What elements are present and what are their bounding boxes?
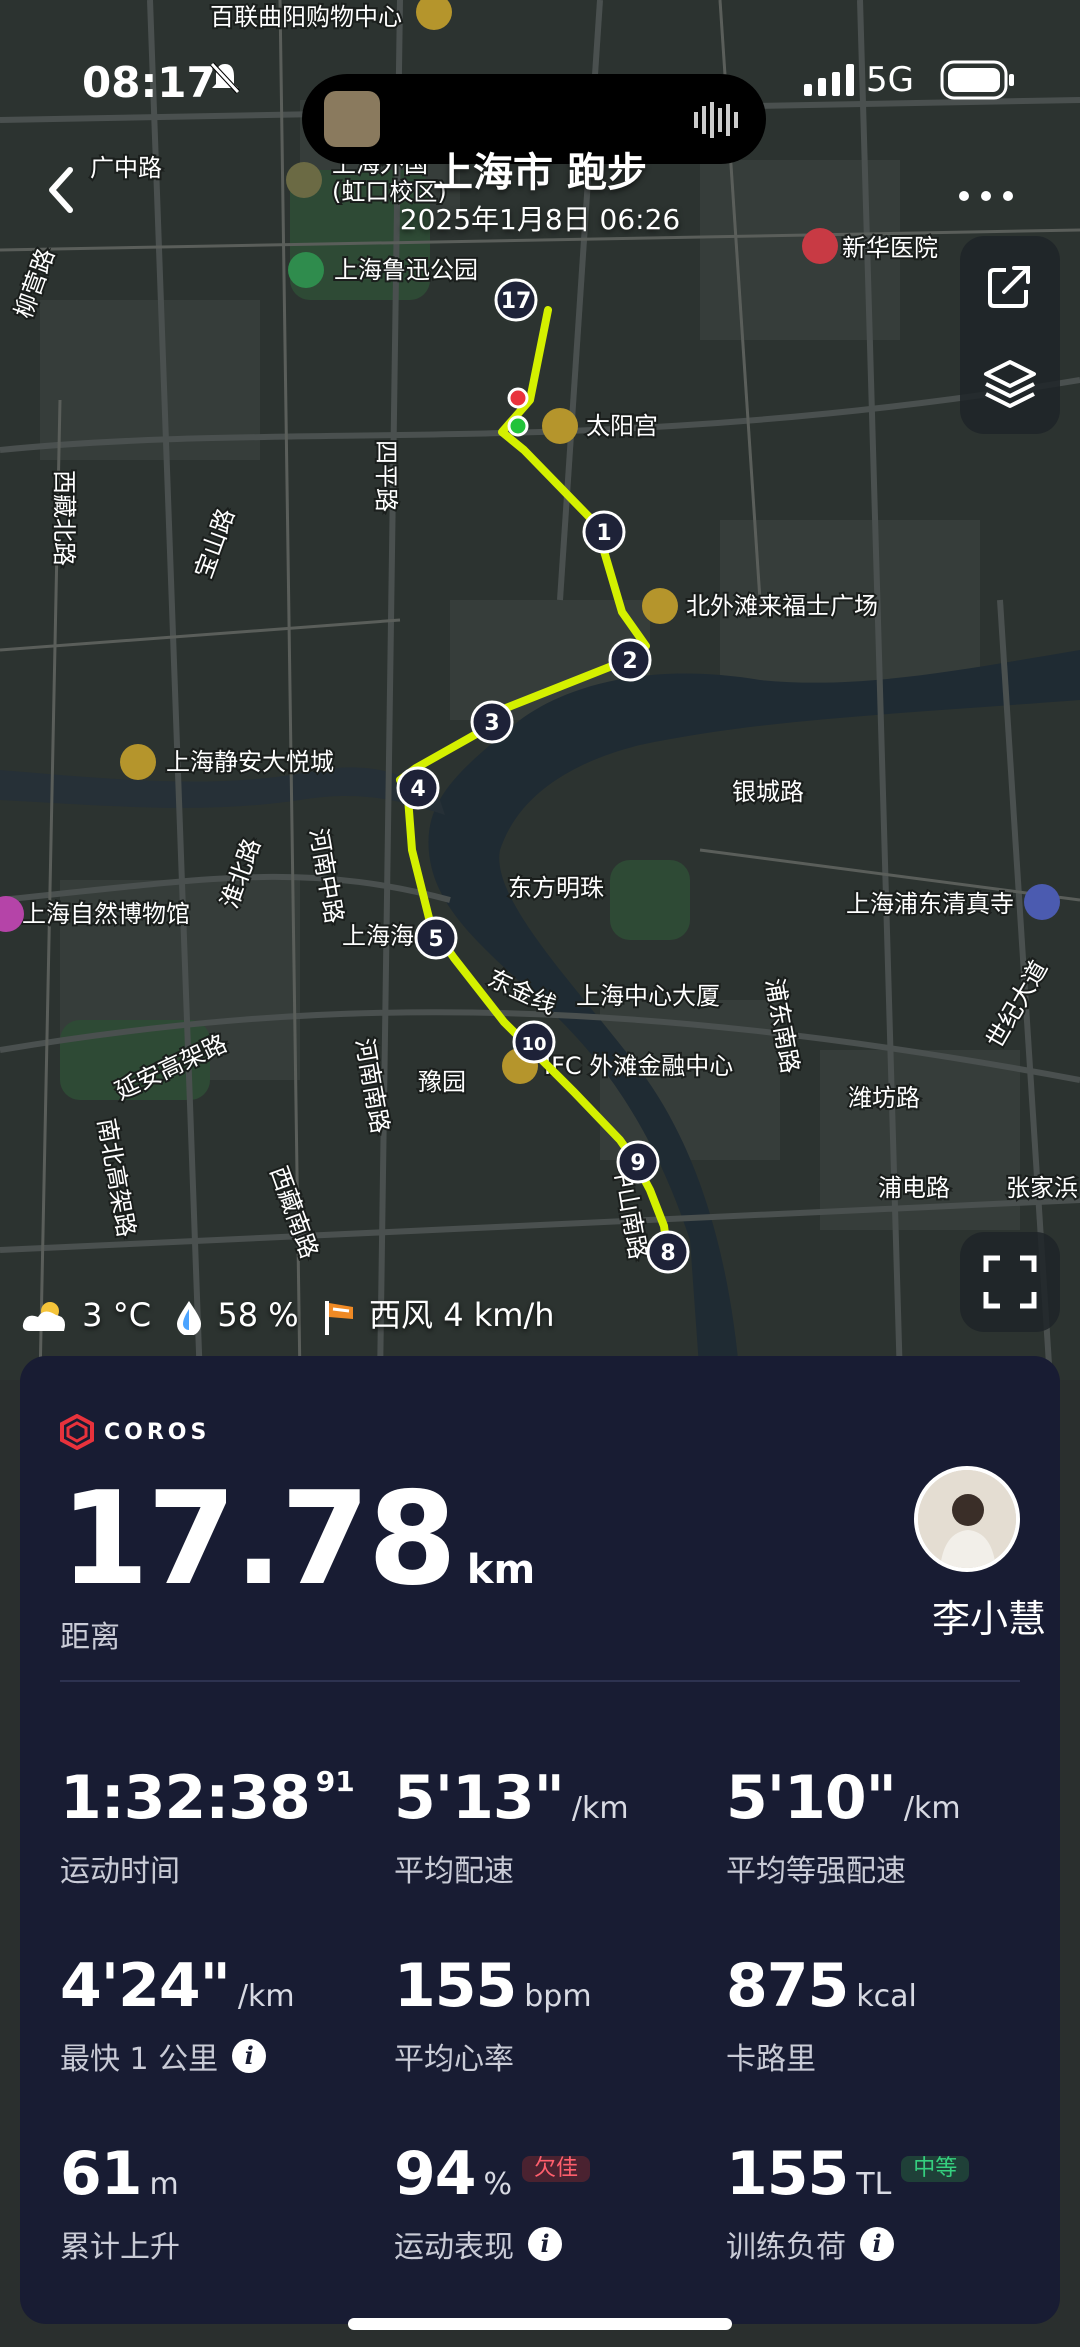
map-label: 百联曲阳购物中心 [210, 3, 402, 31]
now-playing-artwork [324, 91, 380, 147]
km-marker: 3 [470, 700, 514, 744]
km-marker: 5 [414, 916, 458, 960]
metric-performance: 94% 欠佳 运动表现 i [394, 2144, 724, 2266]
metric-elevation-gain: 61 m 累计上升 [60, 2139, 180, 2265]
svg-text:4: 4 [410, 777, 425, 802]
km-marker: 8 [646, 1230, 690, 1274]
svg-text:5: 5 [428, 927, 443, 952]
brand-logo: COROS [60, 1412, 210, 1452]
divider [60, 1680, 1020, 1682]
map-label: 浦电路 [878, 1174, 950, 1202]
home-indicator[interactable] [348, 2318, 732, 2330]
battery-icon [940, 60, 1014, 100]
svg-text:2: 2 [622, 649, 637, 674]
map-label: 张家浜 [1006, 1174, 1078, 1202]
fullscreen-icon [983, 1255, 1037, 1309]
more-dots-icon [959, 191, 1013, 201]
route-end-marker [507, 387, 529, 409]
wind-flag-icon [324, 1301, 353, 1335]
km-marker: 1 [582, 510, 626, 554]
page-title: 上海市 跑步 [433, 150, 647, 196]
map-label: 上海鲁迅公园 [334, 256, 478, 284]
km-marker: 10 [512, 1020, 556, 1064]
distance-value: 17.78 km [60, 1465, 536, 1614]
coros-logo-icon [60, 1414, 94, 1450]
map-label: 上海海 [342, 922, 414, 950]
metric-duration: 1:32:38 91 运动时间 [60, 1763, 355, 1890]
fullscreen-button[interactable] [960, 1232, 1060, 1332]
mute-bell-icon [210, 62, 240, 94]
audio-wave-icon [694, 102, 738, 138]
more-button[interactable] [956, 170, 1016, 216]
map-label: 太阳宫 [586, 412, 658, 440]
distance-unit: km [466, 1547, 536, 1593]
metric-avg-heart-rate: 155 bpm 平均心率 [394, 1951, 592, 2077]
status-time: 08:17 [82, 58, 216, 107]
svg-text:9: 9 [630, 1151, 645, 1176]
map-label: 上海中心大厦 [576, 982, 720, 1010]
map-label: 上海自然博物馆 [22, 900, 190, 928]
user-photo [918, 1470, 1016, 1568]
map-layers-button[interactable] [980, 354, 1040, 414]
brand-name: COROS [104, 1419, 211, 1445]
map-label: 西藏北路 [50, 470, 78, 566]
info-icon[interactable]: i [232, 2039, 267, 2073]
shop-icon [642, 588, 678, 624]
user-name: 李小慧 [931, 1597, 1046, 1641]
km-marker: 2 [608, 638, 652, 682]
metric-avg-pace: 5'13"/km 平均配速 [394, 1763, 629, 1889]
km-marker: 9 [616, 1140, 660, 1184]
share-icon [988, 266, 1030, 308]
shop-icon [120, 744, 156, 780]
run-summary-card: COROS 17.78 km 距离 李小慧 1:32:38 91 运动时间 5'13… [20, 1356, 1060, 2324]
route-start-marker [507, 415, 529, 437]
mosque-icon [1024, 884, 1060, 920]
map-controls [960, 236, 1060, 434]
map-label: 潍坊路 [848, 1084, 920, 1112]
shop-icon [542, 408, 578, 444]
page-subtitle: 2025年1月8日 06:26 [399, 203, 681, 236]
share-button[interactable] [980, 256, 1040, 316]
svg-text:3: 3 [484, 711, 499, 736]
map-label: IFC 外滩金融中心 [544, 1052, 733, 1080]
avatar[interactable] [914, 1466, 1020, 1572]
metric-calories: 875 kcal 卡路里 [726, 1951, 917, 2077]
network-type: 5G [866, 60, 914, 100]
layers-icon [984, 360, 1036, 408]
km-marker: 4 [396, 766, 440, 810]
svg-text:17: 17 [501, 289, 532, 314]
map-label: 东方明珠 [508, 874, 604, 902]
weather-temp: 3 °C [82, 1296, 152, 1334]
weather-humidity: 58 % [217, 1296, 299, 1334]
map-label: 新华医院 [842, 234, 938, 262]
svg-text:8: 8 [660, 1241, 675, 1266]
weather-wind: 西风 4 km/h [369, 1296, 555, 1334]
metric-fastest-km: 4'24"/km 最快 1 公里 i [60, 1951, 295, 2077]
status-bar: 08:17 5G [0, 40, 1080, 164]
weather-bar: 3 °C 58 % 西风 4 km/h [20, 1290, 565, 1337]
status-badge: 欠佳 [522, 2156, 591, 2183]
park-icon [288, 252, 324, 288]
map-label: 银城路 [732, 778, 804, 806]
map-label: 北外滩来福士广场 [686, 592, 878, 620]
status-badge: 中等 [901, 2156, 970, 2183]
metric-avg-grade-adjusted-pace: 5'10"/km 平均等强配速 [726, 1763, 961, 1889]
map-label: 豫园 [418, 1068, 466, 1096]
km-marker: 17 [494, 278, 538, 322]
svg-text:10: 10 [521, 1034, 546, 1055]
humidity-drop-icon [177, 1301, 202, 1336]
info-icon[interactable]: i [860, 2227, 894, 2261]
map-label: 上海浦东清真寺 [846, 890, 1014, 918]
svg-text:1: 1 [596, 521, 611, 546]
signal-icon [804, 64, 854, 96]
metric-training-load: 155 TL 中等 训练负荷 i [726, 2144, 1056, 2266]
map-label: 四平路 [372, 440, 400, 512]
info-icon[interactable]: i [528, 2227, 562, 2261]
distance-label: 距离 [60, 1620, 120, 1655]
cloud-sun-icon [22, 1302, 65, 1331]
map-label: 上海静安大悦城 [166, 748, 334, 776]
